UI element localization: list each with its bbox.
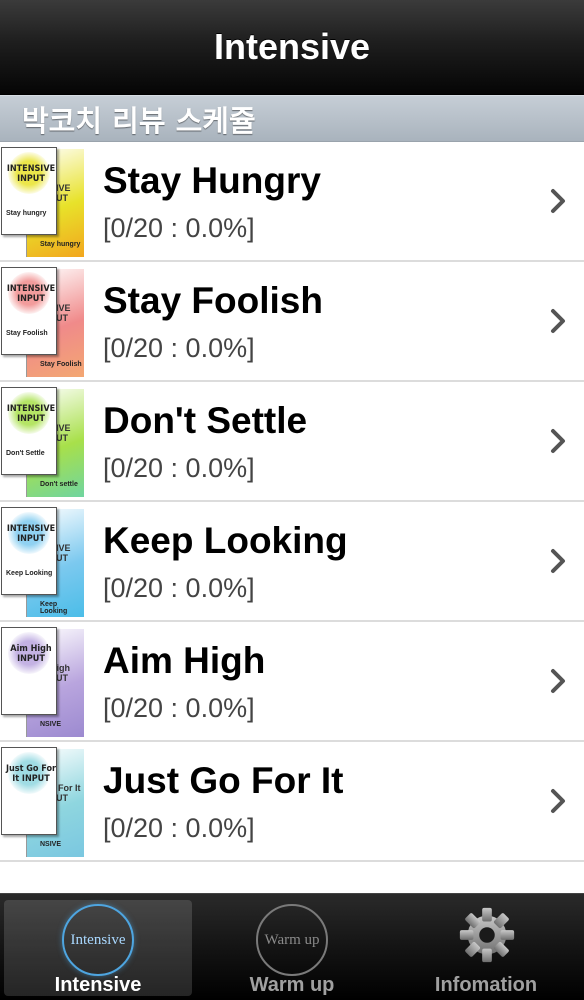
lesson-title: Keep Looking [103,520,348,561]
lesson-list: SIVE PUT Stay hungry INTENSIVE INPUT Sta… [0,142,584,862]
tab-label: Infomation [434,974,538,996]
thumbnail-back-label: Don't settle [40,481,78,488]
lesson-thumbnail: SIVE PUT Keep Looking INTENSIVE INPUT Ke… [0,505,84,619]
tab-bar: Intensive Intensive Warm up Warm up Info… [0,893,584,1000]
list-item[interactable]: SIVE PUT Stay Foolish INTENSIVE INPUT St… [0,262,584,382]
lesson-thumbnail: SIVE PUT Don't settle INTENSIVE INPUT Do… [0,385,84,499]
lesson-thumbnail: o For It PUT NSIVE Just Go For It INPUT [0,745,84,859]
gear-icon [459,907,515,963]
lesson-progress: [0/20 : 0.0%] [103,453,255,483]
section-header: 박코치 리뷰 스케쥴 [0,95,584,142]
thumbnail-badge: INTENSIVE INPUT [6,524,56,544]
list-item[interactable]: SIVE PUT Stay hungry INTENSIVE INPUT Sta… [0,142,584,262]
list-item[interactable]: SIVE PUT Don't settle INTENSIVE INPUT Do… [0,382,584,502]
lesson-progress: [0/20 : 0.0%] [103,813,255,843]
warm-up-circle-icon: Warm up [256,904,328,976]
thumbnail-back-label: Keep Looking [40,601,68,615]
chevron-right-icon [551,429,565,453]
lesson-title: Aim High [103,640,266,681]
chevron-right-icon [551,669,565,693]
lesson-title: Stay Foolish [103,280,323,321]
thumbnail-badge: INTENSIVE INPUT [6,404,56,424]
intensive-circle-icon: Intensive [62,904,134,976]
thumbnail-badge: INTENSIVE INPUT [6,164,56,184]
list-item[interactable]: High PUT NSIVE Aim High INPUT Aim High [… [0,622,584,742]
thumbnail-front-page: INTENSIVE INPUT Stay hungry [1,147,57,235]
thumbnail-badge: Just Go For It INPUT [5,764,57,784]
lesson-progress: [0/20 : 0.0%] [103,333,255,363]
lesson-thumbnail: SIVE PUT Stay hungry INTENSIVE INPUT Sta… [0,145,84,259]
lesson-progress: [0/20 : 0.0%] [103,213,255,243]
lesson-thumbnail: SIVE PUT Stay Foolish INTENSIVE INPUT St… [0,265,84,379]
lesson-title: Just Go For It [103,760,344,801]
lesson-thumbnail: High PUT NSIVE Aim High INPUT [0,625,84,739]
list-item[interactable]: SIVE PUT Keep Looking INTENSIVE INPUT Ke… [0,502,584,622]
thumbnail-subtitle: Don't Settle [6,450,45,457]
tab-intensive[interactable]: Intensive Intensive [4,900,192,996]
lesson-progress: [0/20 : 0.0%] [103,693,255,723]
nav-bar: Intensive [0,0,584,95]
chevron-right-icon [551,309,565,333]
thumbnail-back-label: Stay hungry [40,241,81,248]
lesson-title: Stay Hungry [103,160,321,201]
thumbnail-back-label: Stay Foolish [40,361,82,368]
section-header-label: 박코치 리뷰 스케쥴 [22,103,256,138]
thumbnail-front-page: Just Go For It INPUT [1,747,57,835]
list-item[interactable]: o For It PUT NSIVE Just Go For It INPUT … [0,742,584,862]
tab-information[interactable]: Infomation [392,900,580,996]
thumbnail-badge: Aim High INPUT [10,644,52,664]
thumbnail-subtitle: Stay Foolish [6,330,48,337]
lesson-progress: [0/20 : 0.0%] [103,573,255,603]
chevron-right-icon [551,189,565,213]
thumbnail-badge: INTENSIVE INPUT [6,284,56,304]
chevron-right-icon [551,789,565,813]
tab-label: Warm up [249,974,335,996]
tab-label: Intensive [54,974,142,996]
chevron-right-icon [551,549,565,573]
thumbnail-subtitle: Stay hungry [6,210,47,217]
thumbnail-front-page: INTENSIVE INPUT Don't Settle [1,387,57,475]
thumbnail-front-page: INTENSIVE INPUT Keep Looking [1,507,57,595]
thumbnail-front-page: INTENSIVE INPUT Stay Foolish [1,267,57,355]
nav-title: Intensive [213,26,371,67]
thumbnail-front-page: Aim High INPUT [1,627,57,715]
thumbnail-back-label: NSIVE [40,841,62,848]
thumbnail-subtitle: Keep Looking [6,570,53,577]
lesson-title: Don't Settle [103,400,308,441]
tab-warm-up[interactable]: Warm up Warm up [198,900,386,996]
thumbnail-back-label: NSIVE [40,721,62,728]
